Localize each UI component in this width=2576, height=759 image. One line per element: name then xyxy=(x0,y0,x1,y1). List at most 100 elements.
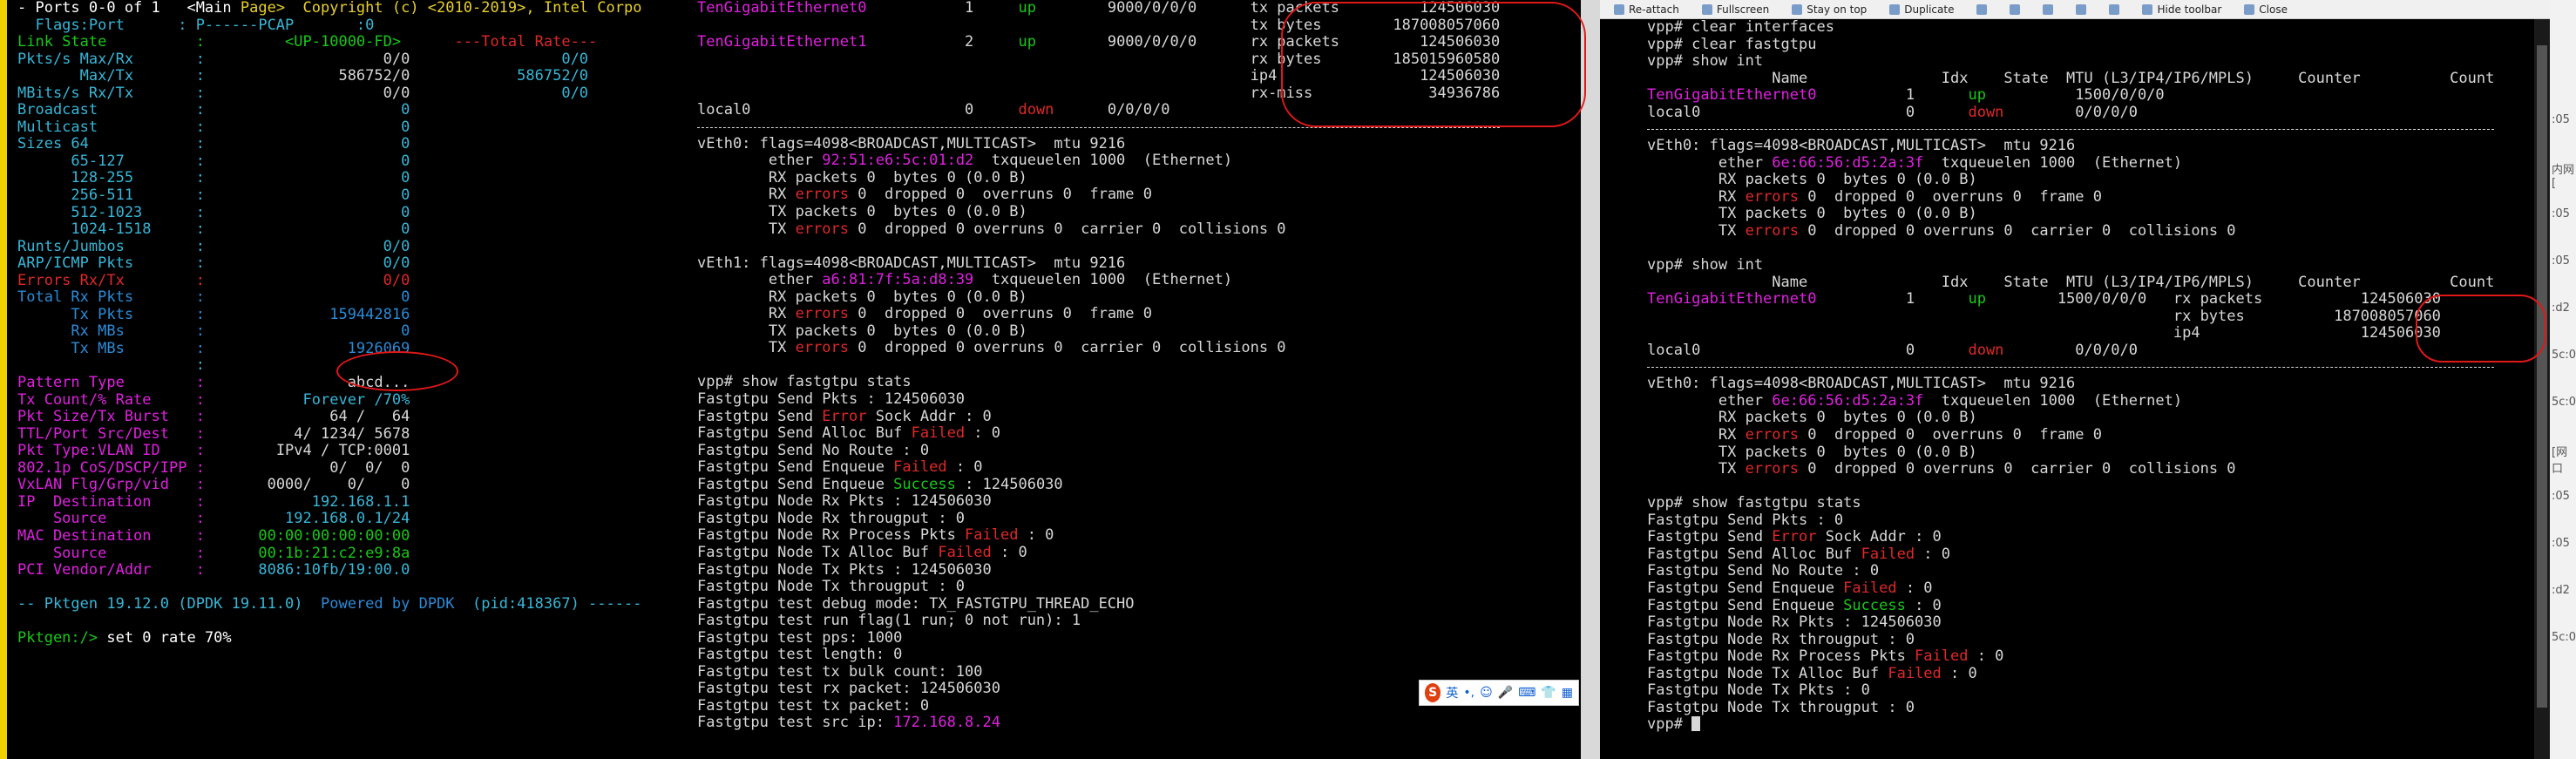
duplicate-button[interactable]: Duplicate xyxy=(1889,3,1954,16)
veth-flags: vEth0: flags=4098<BROADCAST,MULTICAST> m… xyxy=(1647,375,2076,393)
vpp-terminal-pane-1[interactable]: TenGigabitEthernet0 1 up 9000/0/0/0 tx p… xyxy=(688,0,1581,759)
pktgen-header-line: - Ports 0-0 of 1 <Main Page> Copyright (… xyxy=(17,0,641,17)
fullscreen-button[interactable]: Fullscreen xyxy=(1701,3,1770,16)
interface-name: TenGigabitEthernet0 xyxy=(1647,86,1906,105)
stat-value: 0 xyxy=(204,169,410,187)
stat-label: VxLAN Flg/Grp/vid : xyxy=(17,476,205,494)
zoom-out-button[interactable] xyxy=(2010,3,2021,15)
text-cursor[interactable] xyxy=(1691,716,1701,732)
microphone-icon[interactable]: 🎤 xyxy=(1498,686,1513,700)
pktgen-footer-line: -- Pktgen 19.12.0 (DPDK 19.11.0) Powered… xyxy=(17,595,641,613)
punctuation-icon[interactable]: •, xyxy=(1463,686,1474,700)
toolbar-label: Fullscreen xyxy=(1716,3,1770,16)
tx-err-pre: TX xyxy=(697,220,796,238)
stat-text: Fastgtpu Node Tx througput : 0 xyxy=(1647,698,1915,716)
fastgtpu-stat-line: Fastgtpu test length: 0 xyxy=(697,646,1500,664)
stat-text: : 0 xyxy=(965,424,1001,443)
fastgtpu-stat-line: Fastgtpu Node Rx Pkts : 124506030 xyxy=(1647,613,2494,632)
skin-icon[interactable]: 👕 xyxy=(1541,686,1556,700)
interface-name: TenGigabitEthernet0 xyxy=(1647,290,1906,308)
stat-label: Max/Tx : xyxy=(17,67,205,85)
keyboard-icon[interactable]: ⌨ xyxy=(1518,686,1535,700)
toolbar-label: Re-attach xyxy=(1629,3,1679,16)
stat-label: Tx Pkts : xyxy=(17,305,205,323)
interface-mtu: 9000/0/0/0 xyxy=(1107,33,1251,51)
interface-idx: 0 xyxy=(1905,103,1969,121)
reattach-button[interactable]: Re-attach xyxy=(1614,3,1679,16)
stat-label: Link State : xyxy=(17,33,205,51)
veth-tx: TX packets 0 bytes 0 (0.0 B) xyxy=(697,322,1500,341)
terminal-scrollbar[interactable] xyxy=(2534,19,2550,759)
stat-value: abcd... xyxy=(204,374,410,392)
command-text: vpp# show int xyxy=(1647,256,1764,274)
stat-text: : 0 xyxy=(946,458,983,477)
background-window-text: 5c:0 xyxy=(2552,631,2576,644)
stat-value: 0 xyxy=(204,186,410,205)
veth-tx-err: TX errors 0 dropped 0 overruns 0 carrier… xyxy=(697,220,1500,239)
stay-on-top-button[interactable]: Stay on top xyxy=(1792,3,1867,16)
stat-label: 802.1p CoS/DSCP/IPP : xyxy=(17,458,205,477)
emoji-icon[interactable]: ☺ xyxy=(1480,686,1493,700)
interface-state: down xyxy=(1968,103,2076,121)
stat-text: Fastgtpu test pps: 1000 xyxy=(697,628,903,647)
interface-mtu xyxy=(1108,51,1251,68)
scrollbar-thumb[interactable] xyxy=(2537,45,2547,708)
rx-errors-word: errors xyxy=(795,305,850,323)
hide-toolbar-button[interactable]: Hide toolbar xyxy=(2142,3,2221,16)
stat-total: ---Total Rate--- xyxy=(401,33,598,51)
stat-text: Success xyxy=(1843,596,1906,614)
stat-text: Fastgtpu Send Alloc Buf xyxy=(697,424,912,443)
settings-button[interactable] xyxy=(2076,3,2087,15)
stat-label: Source : xyxy=(17,544,205,562)
fastgtpu-stat-line: Fastgtpu test tx packet: 0 xyxy=(697,697,1500,715)
prompt-line: vpp# xyxy=(1647,716,2494,734)
veth-tx: TX packets 0 bytes 0 (0.0 B) xyxy=(1647,444,2494,462)
stat-label: MBits/s Rx/Tx : xyxy=(17,84,205,102)
rx-errors-word: errors xyxy=(1745,426,1800,444)
ime-toolbar[interactable]: S 英 •, ☺ 🎤 ⌨ 👕 ▦ xyxy=(1419,680,1579,706)
stat-text: Fastgtpu Node Rx Pkts : 124506030 xyxy=(1647,613,1942,632)
toolbar-label: Hide toolbar xyxy=(2157,3,2222,16)
vpp-terminal-pane-2[interactable]: Re-attach Fullscreen Stay on top Duplicate H… xyxy=(1600,0,2550,759)
stat-value: 192.168.0.1/24 xyxy=(204,510,410,528)
zoom-in-button[interactable] xyxy=(1976,3,1988,15)
copy-button[interactable] xyxy=(2109,3,2120,15)
pktgen-stat-row: 128-255 : 0 xyxy=(17,170,641,187)
close-button[interactable]: Close xyxy=(2244,3,2288,16)
pktgen-stat-row: Runts/Jumbos : 0/0 xyxy=(17,238,641,256)
stats-command: vpp# show fastgtpu stats xyxy=(697,374,1500,391)
ime-language-label[interactable]: 英 xyxy=(1446,684,1458,701)
stat-label: Source : xyxy=(17,510,205,528)
fastgtpu-stat-line: Fastgtpu Send Error Sock Addr : 0 xyxy=(697,408,1500,426)
separator-line xyxy=(697,126,1501,128)
pktgen-terminal-pane[interactable]: - Ports 0-0 of 1 <Main Page> Copyright (… xyxy=(0,0,688,759)
pktgen-prompt: Pktgen:/> xyxy=(17,629,107,647)
veth-tx: TX packets 0 bytes 0 (0.0 B) xyxy=(697,203,1500,221)
fastgtpu-stat-line: Fastgtpu Node Tx Alloc Buf Failed : 0 xyxy=(1647,665,2494,683)
veth-header: vEth1: flags=4098<BROADCAST,MULTICAST> m… xyxy=(697,254,1500,273)
stat-text: Fastgtpu Node Tx Pkts : 124506030 xyxy=(697,560,992,579)
txqueuelen: txqueuelen 1000 (Ethernet) xyxy=(973,271,1233,289)
background-window-text: :05 xyxy=(2552,490,2570,503)
stat-label: : xyxy=(17,356,205,375)
interface-idx: 2 xyxy=(965,33,1019,51)
rx-packets: RX packets 0 bytes 0 (0.0 B) xyxy=(1647,171,1977,189)
pktgen-version: -- Pktgen 19.12.0 (DPDK 19.11.0) xyxy=(17,595,321,613)
separator-line xyxy=(1647,129,2495,131)
search-button[interactable] xyxy=(2043,3,2054,15)
counter-name: ip4 xyxy=(1250,67,1358,85)
rx-packets: RX packets 0 bytes 0 (0.0 B) xyxy=(1647,409,1977,427)
grid-menu-icon[interactable]: ▦ xyxy=(1562,686,1573,700)
tx-packets: TX packets 0 bytes 0 (0.0 B) xyxy=(1647,205,1977,223)
command-text: vpp# clear interfaces xyxy=(1647,18,1834,36)
rx-err-pre: RX xyxy=(1647,426,1746,444)
stat-label: IP Destination : xyxy=(17,492,205,511)
background-window-text: 内网[ xyxy=(2552,164,2575,190)
fastgtpu-stat-line: Fastgtpu Node Tx Pkts : 0 xyxy=(1647,681,2494,700)
background-window-text: :05 xyxy=(2552,254,2570,268)
stat-value: 0 xyxy=(204,322,410,341)
mac-address: 6e:66:56:d5:2a:3f xyxy=(1772,391,1924,410)
counter-value: 187008057060 xyxy=(2271,307,2441,325)
tx-err-post: 0 dropped 0 overruns 0 carrier 0 collisi… xyxy=(1799,222,2236,241)
veth-ether: ether a6:81:7f:5a:d8:39 txqueuelen 1000 … xyxy=(697,271,1500,289)
